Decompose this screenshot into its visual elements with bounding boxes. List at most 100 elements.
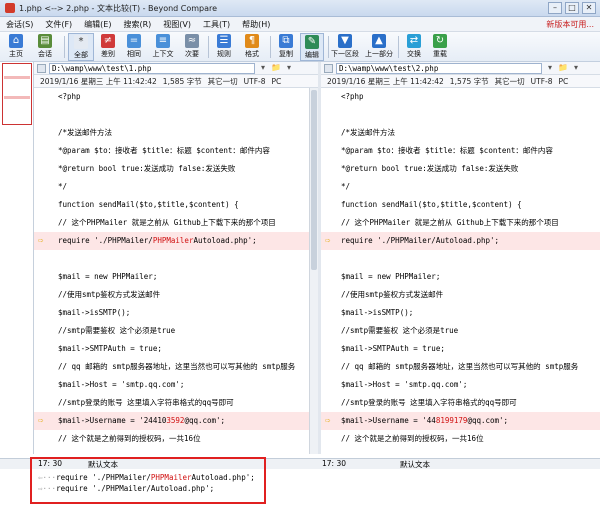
diff-arrow-icon[interactable]: ⇨	[38, 412, 43, 430]
copy-button[interactable]: ⧉ 复制	[274, 33, 298, 61]
folder-icon[interactable]: 📁	[271, 63, 281, 73]
left-type[interactable]: 其它一切	[208, 76, 238, 87]
equal-icon: =	[127, 34, 141, 48]
rules-button[interactable]: ☰ 规则	[212, 33, 236, 61]
code-line[interactable]: /*发送邮件方法	[34, 124, 309, 142]
menu-edit[interactable]: 编辑(E)	[78, 19, 117, 30]
toolbar: ⌂ 主页 ▤ 会话 * 全部 ≠ 差别 = 相同 ≡ 上下文 ≈ 次要 ☰ 规则 ¶ 格式 ⧉ 复制…	[0, 32, 600, 62]
scroll-thumb[interactable]	[311, 90, 317, 270]
menu-search[interactable]: 搜索(R)	[117, 19, 157, 30]
diff-arrow-icon[interactable]: ⇨	[38, 232, 43, 250]
left-lineend[interactable]: PC	[272, 77, 282, 86]
left-path-input[interactable]: D:\wamp\www\test\1.php	[49, 62, 255, 74]
code-line[interactable]: *@return bool true:发送成功 false:发送失败	[321, 160, 600, 178]
same-button[interactable]: = 相同	[122, 33, 146, 61]
code-line[interactable]: $mail->Host = 'smtp.qq.com';	[34, 376, 309, 394]
diffs-button[interactable]: ≠ 差别	[96, 33, 120, 61]
code-line[interactable]: $mail->SMTPAuth = true;	[34, 340, 309, 358]
left-scrollbar[interactable]	[309, 88, 318, 454]
code-line[interactable]: //smtp登录的账号 这里填入字符串格式的qq号即可	[321, 394, 600, 412]
code-text: // 这个PHPMailer 就是之前从 Github上下载下来的那个项目	[58, 218, 276, 227]
code-line[interactable]: // qq 邮箱的 smtp服务器地址，这里当然也可以写其他的 smtp服务	[321, 358, 600, 376]
code-line[interactable]: *@return bool true:发送成功 false:发送失败	[34, 160, 309, 178]
code-line[interactable]: //使用smtp鉴权方式发送邮件	[321, 286, 600, 304]
code-line[interactable]	[321, 106, 600, 124]
rules-icon: ☰	[217, 34, 231, 48]
code-line[interactable]: $mail->isSMTP();	[321, 304, 600, 322]
menu-help[interactable]: 帮助(H)	[236, 19, 276, 30]
code-line[interactable]	[321, 250, 600, 268]
diff-line[interactable]: ⇨ require './PHPMailer/PHPMailerAutoload…	[34, 232, 309, 250]
swap-button[interactable]: ⇄ 交换	[402, 33, 426, 61]
diff-arrow-icon[interactable]: ⇨	[325, 412, 330, 430]
code-line[interactable]: //smtp登录的账号 这里填入字符串格式的qq号即可	[34, 394, 309, 412]
folder-icon[interactable]: 📁	[558, 63, 568, 73]
pin-icon[interactable]	[324, 63, 333, 73]
dropdown-icon[interactable]: ▾	[545, 63, 555, 73]
code-line[interactable]: *@param $to：接收者 $title：标题 $content：邮件内容	[34, 142, 309, 160]
right-lineend[interactable]: PC	[559, 77, 569, 86]
edit-button[interactable]: ✎ 编辑	[300, 33, 324, 61]
minimize-button[interactable]: –	[548, 2, 562, 14]
code-line[interactable]: // 这个PHPMailer 就是之前从 Github上下载下来的那个项目	[321, 214, 600, 232]
code-line[interactable]: $mail->isSMTP();	[34, 304, 309, 322]
code-line[interactable]: // 这个就是之前得到的授权码，一共16位	[321, 430, 600, 448]
prev-part-button[interactable]: ▲ 上一部分	[364, 33, 394, 61]
code-line[interactable]: <?php	[34, 88, 309, 106]
session-button[interactable]: ▤ 会话	[32, 33, 58, 61]
code-line[interactable]: //使用smtp鉴权方式发送邮件	[34, 286, 309, 304]
code-line[interactable]: <?php	[321, 88, 600, 106]
code-line[interactable]: $mail = new PHPMailer;	[321, 268, 600, 286]
code-line[interactable]	[34, 250, 309, 268]
new-version-link[interactable]: 新版本可用...	[546, 19, 594, 30]
dropdown-icon[interactable]: ▾	[258, 63, 268, 73]
code-text: */	[341, 182, 351, 191]
diff-line[interactable]: ⇨ require './PHPMailer/Autoload.php';	[321, 232, 600, 250]
menu-tools[interactable]: 工具(T)	[197, 19, 236, 30]
menu-session[interactable]: 会话(S)	[0, 19, 39, 30]
code-line[interactable]: */	[34, 178, 309, 196]
next-section-button[interactable]: ▼ 下一区段	[330, 33, 360, 61]
code-line[interactable]: *@param $to：接收者 $title：标题 $content：邮件内容	[321, 142, 600, 160]
diff-line[interactable]: ⇨ $mail->Username = '448199179@qq.com';	[321, 412, 600, 430]
code-line[interactable]	[34, 106, 309, 124]
code-text: *@return bool true:发送成功 false:发送失败	[341, 164, 519, 173]
left-encoding[interactable]: UTF-8	[244, 77, 266, 86]
overview-map[interactable]	[0, 62, 34, 454]
dropdown-icon[interactable]: ▾	[571, 63, 581, 73]
dropdown-icon[interactable]: ▾	[284, 63, 294, 73]
right-path-input[interactable]: D:\wamp\www\test\2.php	[336, 62, 542, 74]
maximize-button[interactable]: □	[565, 2, 579, 14]
right-type[interactable]: 其它一切	[495, 76, 525, 87]
right-text-pane[interactable]: <?php /*发送邮件方法 *@param $to：接收者 $title：标题 …	[321, 88, 600, 454]
home-button[interactable]: ⌂ 主页	[4, 33, 28, 61]
close-button[interactable]: ✕	[582, 2, 596, 14]
code-text: $mail = new PHPMailer;	[58, 272, 158, 281]
show-all-button[interactable]: * 全部	[68, 33, 94, 61]
code-line[interactable]: $mail->SMTPAuth = true;	[321, 340, 600, 358]
code-line[interactable]: $mail = new PHPMailer;	[34, 268, 309, 286]
code-line[interactable]: function sendMail($to,$title,$content) {	[321, 196, 600, 214]
code-line[interactable]: /*发送邮件方法	[321, 124, 600, 142]
right-encoding[interactable]: UTF-8	[531, 77, 553, 86]
diff-arrow-icon[interactable]: ⇨	[325, 232, 330, 250]
code-text: /*发送邮件方法	[58, 128, 113, 137]
context-button[interactable]: ≡ 上下文	[148, 33, 178, 61]
code-line[interactable]: //smtp需要鉴权 这个必须是true	[34, 322, 309, 340]
code-line[interactable]: //smtp需要鉴权 这个必须是true	[321, 322, 600, 340]
code-line[interactable]: $mail->Host = 'smtp.qq.com';	[321, 376, 600, 394]
code-line[interactable]: // 这个PHPMailer 就是之前从 Github上下载下来的那个项目	[34, 214, 309, 232]
minor-button[interactable]: ≈ 次要	[180, 33, 204, 61]
menu-view[interactable]: 视图(V)	[157, 19, 197, 30]
code-line[interactable]: function sendMail($to,$title,$content) {	[34, 196, 309, 214]
code-line[interactable]: // qq 邮箱的 smtp服务器地址，这里当然也可以写其他的 smtp服务	[34, 358, 309, 376]
overview-viewport[interactable]	[2, 63, 32, 125]
format-button[interactable]: ¶ 格式	[238, 33, 266, 61]
menu-file[interactable]: 文件(F)	[39, 19, 78, 30]
pin-icon[interactable]	[37, 63, 46, 73]
reload-button[interactable]: ↻ 重载	[428, 33, 452, 61]
left-text-pane[interactable]: <?php /*发送邮件方法 *@param $to：接收者 $title：标题 …	[34, 88, 309, 454]
code-line[interactable]: */	[321, 178, 600, 196]
code-line[interactable]: // 这个就是之前得到的授权码，一共16位	[34, 430, 309, 448]
diff-line[interactable]: ⇨ $mail->Username = '244103592@qq.com';	[34, 412, 309, 430]
